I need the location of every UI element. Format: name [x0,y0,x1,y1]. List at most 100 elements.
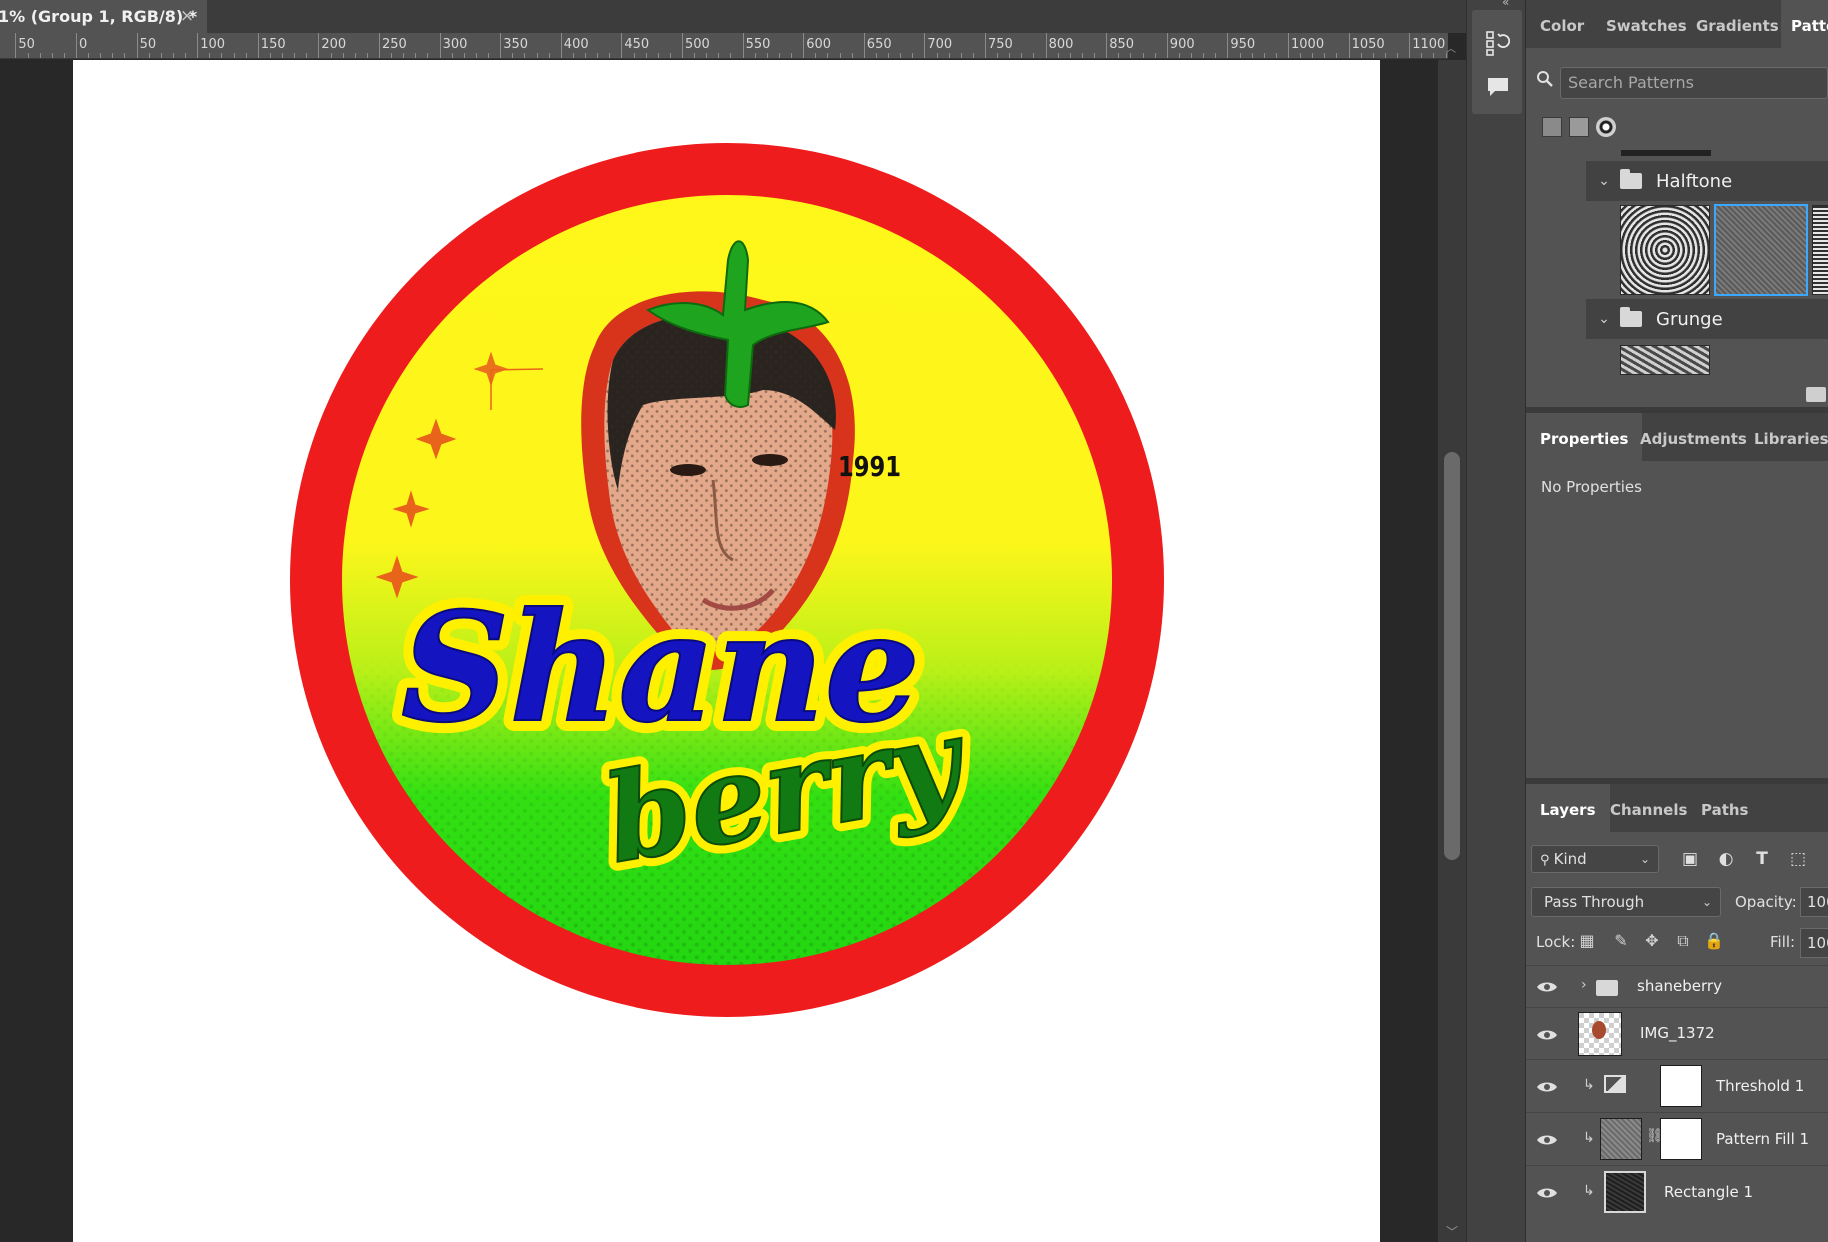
eye-icon[interactable] [1536,1133,1558,1147]
large-thumbnail-view-icon[interactable] [1569,117,1589,137]
chevron-down-icon[interactable]: ⌄ [1592,173,1616,189]
chevron-down-icon: ⌄ [1639,852,1650,866]
folder-icon [1620,169,1642,189]
eye-icon[interactable] [1536,1080,1558,1094]
ruler-minor-tick [1324,53,1326,58]
ruler-major-tick [136,33,138,58]
ruler-minor-tick [694,53,696,58]
small-thumbnail-view-icon[interactable] [1542,117,1562,137]
ruler-minor-tick [1069,53,1071,58]
layer-row-pattern-fill[interactable]: ↳ ⛓ Pattern Fill 1 [1526,1112,1828,1165]
layer-thumbnail [1600,1118,1642,1160]
tab-patterns[interactable]: Patte [1781,0,1828,48]
layer-name: IMG_1372 [1640,1024,1715,1042]
ruler-minor-tick [1178,53,1180,58]
tab-channels[interactable]: Channels [1610,784,1687,832]
pattern-thumb-halftone-lines[interactable] [1812,205,1828,295]
ruler-tick-label: 50 [18,37,35,52]
ruler-minor-tick [936,53,938,58]
ruler-minor-tick [306,53,308,58]
ruler-tick-label: 350 [503,37,529,52]
layer-row-threshold[interactable]: ↳ Threshold 1 [1526,1059,1828,1112]
ruler-minor-tick [997,53,999,58]
folder-label: Halftone [1656,170,1733,192]
new-folder-icon[interactable] [1806,387,1826,402]
pattern-thumb-halftone-dots-selected[interactable] [1714,204,1808,296]
ruler-minor-tick [245,53,247,58]
history-icon[interactable] [1485,28,1511,58]
pixel-layer-filter-icon[interactable]: ▣ [1679,848,1701,870]
ruler-major-tick [863,33,865,58]
lock-artboard-icon[interactable]: ⧉ [1672,930,1694,952]
canvas-area[interactable]: 1991 Shane Shane berry berry [0,60,1438,1242]
layer-row-rectangle[interactable]: ↳ Rectangle 1 [1526,1165,1828,1242]
layer-filter-kind-select[interactable]: ⚲ Kind ⌄ [1531,845,1659,873]
layer-row-group[interactable]: › shaneberry [1526,965,1828,1007]
ruler-minor-tick [839,53,841,58]
eye-icon[interactable] [1536,1028,1558,1042]
vertical-scrollbar[interactable]: ﹀ [1438,60,1466,1242]
collapse-panels-icon[interactable]: « [1502,0,1509,9]
ruler-tick-label: 850 [1109,37,1135,52]
tab-color[interactable]: Color [1540,0,1584,48]
lock-image-pixels-icon[interactable]: ✎ [1610,930,1632,952]
ruler-minor-tick [657,53,659,58]
layer-mask-thumbnail[interactable] [1660,1065,1702,1107]
tab-libraries[interactable]: Libraries [1754,413,1828,461]
ruler-tick-label: 450 [624,37,650,52]
close-icon[interactable]: × [178,6,196,26]
folder-label: Grunge [1656,308,1723,330]
tab-swatches[interactable]: Swatches [1606,0,1687,48]
pattern-thumb-partial[interactable] [1621,150,1711,156]
pattern-folder-grunge[interactable]: ⌄ Grunge [1586,299,1828,339]
artboard[interactable]: 1991 Shane Shane berry berry [73,60,1380,1242]
ruler-minor-tick [124,53,126,58]
ruler-minor-tick [160,53,162,58]
fill-input[interactable]: 100 [1800,928,1828,958]
ruler-tick-label: 1050 [1351,37,1385,52]
opacity-input[interactable]: 100 [1800,887,1828,917]
tab-gradients[interactable]: Gradients [1696,0,1779,48]
pattern-thumb-grunge[interactable] [1620,345,1710,375]
horizontal-ruler[interactable]: 50 0 50 100 150 200 250 300 350 400 450 500 550 600 65… [0,33,1448,59]
tab-adjustments[interactable]: Adjustments [1640,413,1747,461]
tab-layers[interactable]: Layers [1526,784,1610,832]
ruler-major-tick [1227,33,1229,58]
ruler-minor-tick [1094,53,1096,58]
eye-icon[interactable] [1536,980,1558,994]
layer-row-smart-object[interactable]: IMG_1372 [1526,1007,1828,1059]
ruler-minor-tick [572,53,574,58]
lock-all-icon[interactable]: 🔒 [1703,930,1725,952]
ruler-minor-tick [354,53,356,58]
eye-icon[interactable] [1536,1186,1558,1200]
ruler-minor-tick [488,53,490,58]
pattern-folder-halftone[interactable]: ⌄ Halftone [1586,161,1828,201]
pattern-thumb-halftone-circles[interactable] [1620,205,1710,295]
chevron-right-icon[interactable]: › [1581,977,1587,993]
layer-mask-thumbnail[interactable] [1660,1118,1702,1160]
ruler-minor-tick [900,53,902,58]
adjustment-layer-filter-icon[interactable]: ◐ [1715,848,1737,870]
list-view-icon[interactable] [1596,117,1616,137]
ruler-tick-label: 150 [260,37,286,52]
scrollbar-thumb[interactable] [1444,452,1460,860]
ruler-minor-tick [1033,53,1035,58]
ruler-tick-label: 300 [442,37,468,52]
patterns-list[interactable]: ⌄ Halftone ⌄ Grunge [1526,150,1828,375]
document-tab[interactable]: 1% (Group 1, RGB/8) * × [0,0,207,33]
tab-paths[interactable]: Paths [1701,784,1749,832]
tab-properties[interactable]: Properties [1526,413,1643,461]
ruler-minor-tick [754,53,756,58]
lock-position-icon[interactable]: ✥ [1641,930,1663,952]
blend-mode-select[interactable]: Pass Through ⌄ [1531,887,1721,917]
ruler-tick-label: 1100 [1412,37,1446,52]
ruler-tick-label: 200 [321,37,347,52]
lock-transparent-pixels-icon[interactable]: ▦ [1576,930,1598,952]
shape-layer-filter-icon[interactable]: ⬚ [1787,848,1809,870]
scroll-down-icon[interactable]: ﹀ [1446,1223,1458,1240]
chevron-down-icon[interactable]: ⌄ [1592,311,1616,327]
ruler-minor-tick [1215,53,1217,58]
ruler-minor-tick [948,53,950,58]
type-layer-filter-icon[interactable]: T [1751,848,1773,870]
comment-icon[interactable] [1485,72,1511,102]
